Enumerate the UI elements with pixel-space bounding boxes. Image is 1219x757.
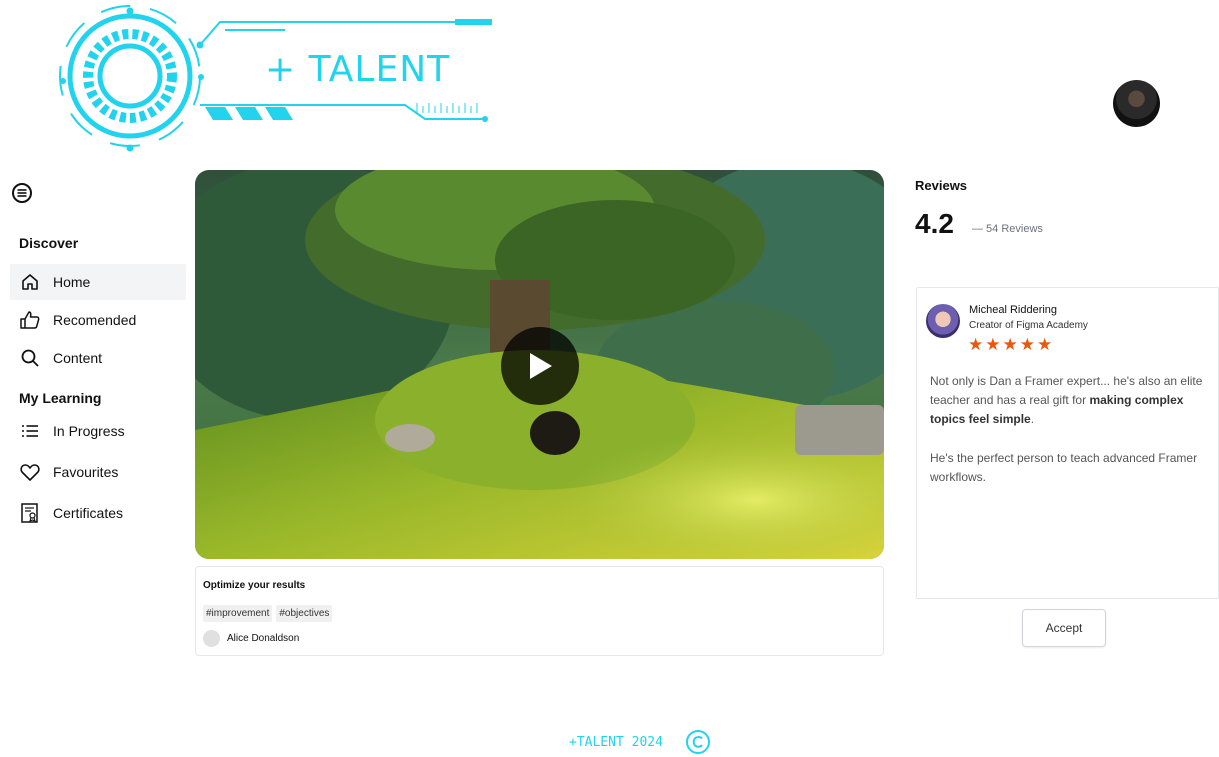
reviewer-role: Creator of Figma Academy bbox=[969, 320, 1088, 331]
sidebar: Discover Home Recomended Content My Lear… bbox=[10, 230, 186, 531]
sidebar-item-label: Recomended bbox=[53, 312, 137, 328]
sidebar-item-label: Certificates bbox=[53, 505, 124, 521]
footer: +TALENT 2024 bbox=[569, 729, 711, 755]
review-score: 4.2 bbox=[915, 208, 954, 239]
sidebar-item-label: Favourites bbox=[53, 464, 119, 480]
user-avatar[interactable] bbox=[1113, 80, 1160, 127]
my-learning-heading: My Learning bbox=[19, 390, 102, 406]
heart-icon bbox=[19, 461, 41, 483]
author-name: Alice Donaldson bbox=[227, 633, 300, 644]
sidebar-item-label: Home bbox=[53, 274, 91, 290]
sidebar-item-recomended[interactable]: Recomended bbox=[10, 302, 186, 338]
review-text: Not only is Dan a Framer expert... he's … bbox=[930, 374, 1203, 426]
thumbs-up-icon bbox=[19, 309, 41, 331]
review-count: — 54 Reviews bbox=[972, 223, 1043, 235]
reviews-heading: Reviews bbox=[915, 178, 968, 193]
tag-chip[interactable]: #objectives bbox=[276, 605, 333, 622]
sidebar-item-label: In Progress bbox=[53, 423, 125, 439]
reviewer-avatar bbox=[926, 304, 960, 338]
copyright-icon bbox=[685, 730, 710, 754]
review-card: Micheal Riddering Creator of Figma Acade… bbox=[916, 287, 1219, 599]
video-player[interactable] bbox=[195, 170, 884, 559]
author-avatar bbox=[203, 630, 220, 647]
reviewer-name: Micheal Riddering bbox=[969, 304, 1058, 316]
video-title: Optimize your results bbox=[203, 580, 306, 591]
discover-heading: Discover bbox=[19, 235, 79, 251]
play-icon bbox=[530, 353, 552, 379]
sidebar-item-content[interactable]: Content bbox=[10, 340, 186, 376]
search-icon bbox=[19, 347, 41, 369]
brand-logo: + TALENT bbox=[55, 5, 500, 155]
list-icon bbox=[19, 420, 41, 442]
tag-chip[interactable]: #improvement bbox=[203, 605, 273, 622]
certificate-icon bbox=[19, 502, 41, 524]
sidebar-item-in-progress[interactable]: In Progress bbox=[10, 413, 186, 449]
play-button[interactable] bbox=[501, 327, 579, 405]
tag-list: #improvement #objectives bbox=[203, 605, 333, 622]
accept-button[interactable]: Accept bbox=[1022, 609, 1106, 647]
logo-text: + TALENT bbox=[265, 49, 451, 90]
review-text-2: He's the perfect person to teach advance… bbox=[930, 451, 1198, 484]
menu-icon[interactable] bbox=[11, 182, 33, 204]
video-info-card: Optimize your results #improvement #obje… bbox=[195, 566, 884, 656]
footer-text: +TALENT 2024 bbox=[569, 734, 663, 750]
sidebar-item-home[interactable]: Home bbox=[10, 264, 186, 300]
rating-stars: ★★★★★ bbox=[968, 335, 1055, 354]
sidebar-item-favourites[interactable]: Favourites bbox=[10, 454, 186, 490]
video-author: Alice Donaldson bbox=[203, 630, 299, 647]
sidebar-item-label: Content bbox=[53, 350, 103, 366]
sidebar-item-certificates[interactable]: Certificates bbox=[10, 495, 186, 531]
home-icon bbox=[19, 271, 41, 293]
